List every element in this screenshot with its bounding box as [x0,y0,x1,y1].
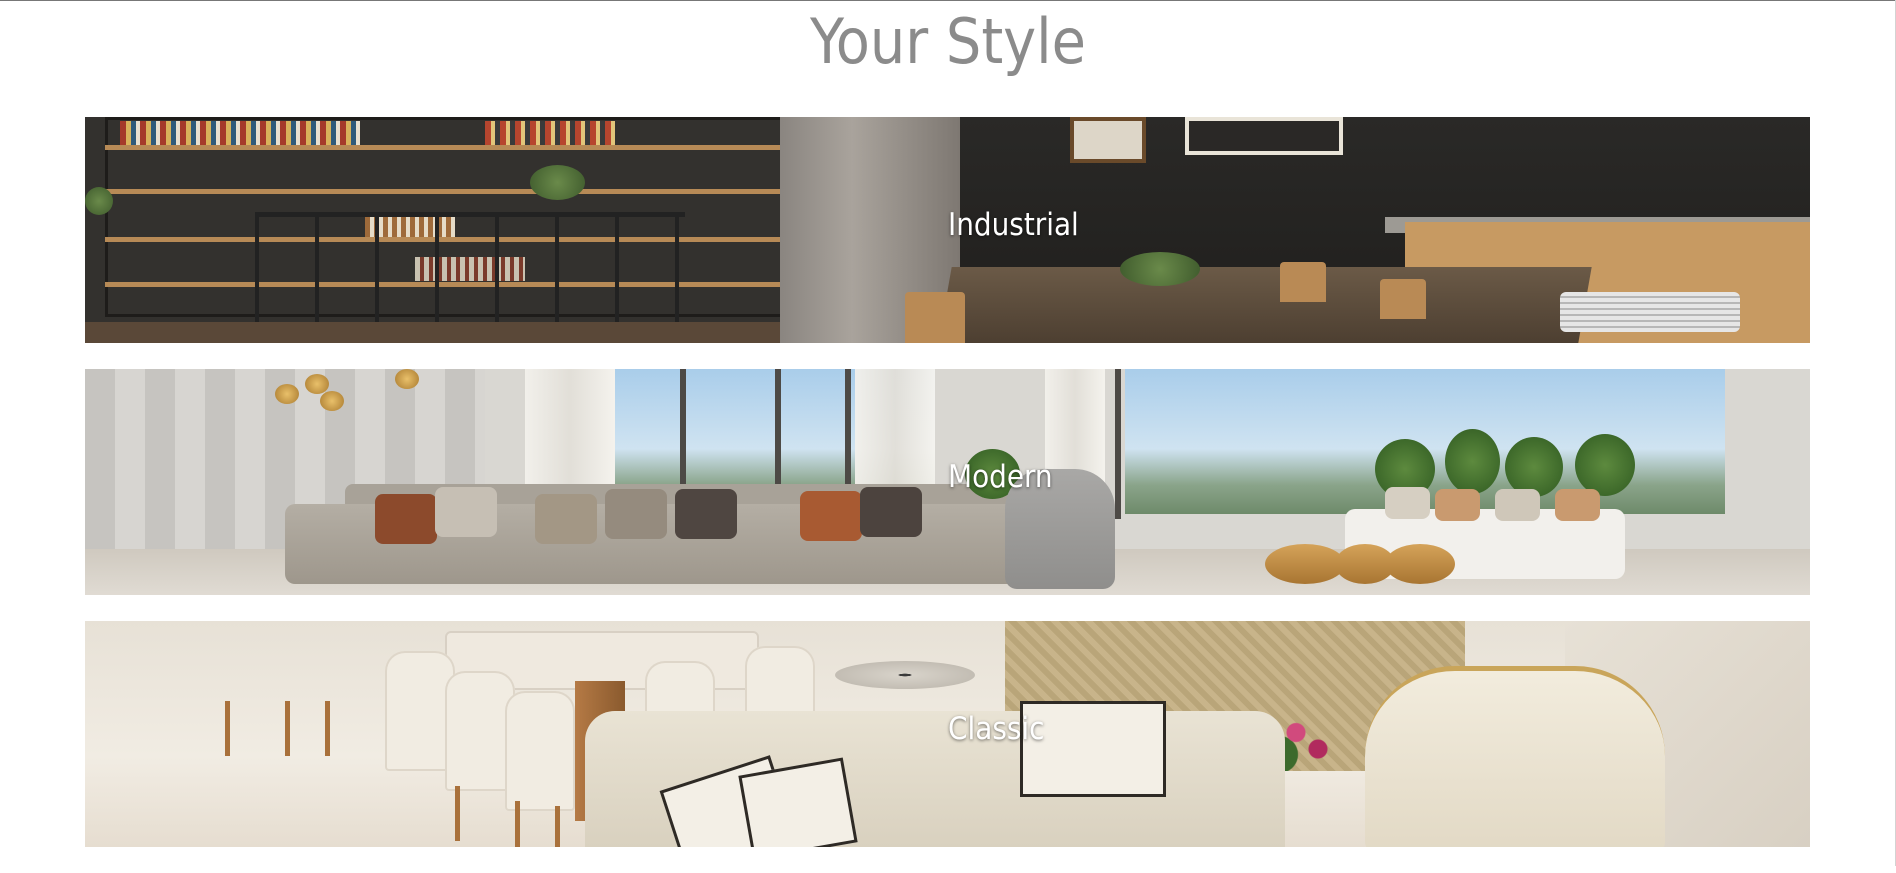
style-label-classic: Classic [948,711,1045,747]
style-banner-list: Industrial Modern Classic [85,117,1810,873]
style-label-industrial: Industrial [948,207,1079,243]
style-banner-modern[interactable]: Modern [85,369,1810,595]
top-border [0,0,1896,1]
style-banner-classic[interactable]: Classic [85,621,1810,847]
style-banner-industrial[interactable]: Industrial [85,117,1810,343]
style-label-modern: Modern [948,459,1053,495]
page-title: Your Style [809,5,1087,78]
